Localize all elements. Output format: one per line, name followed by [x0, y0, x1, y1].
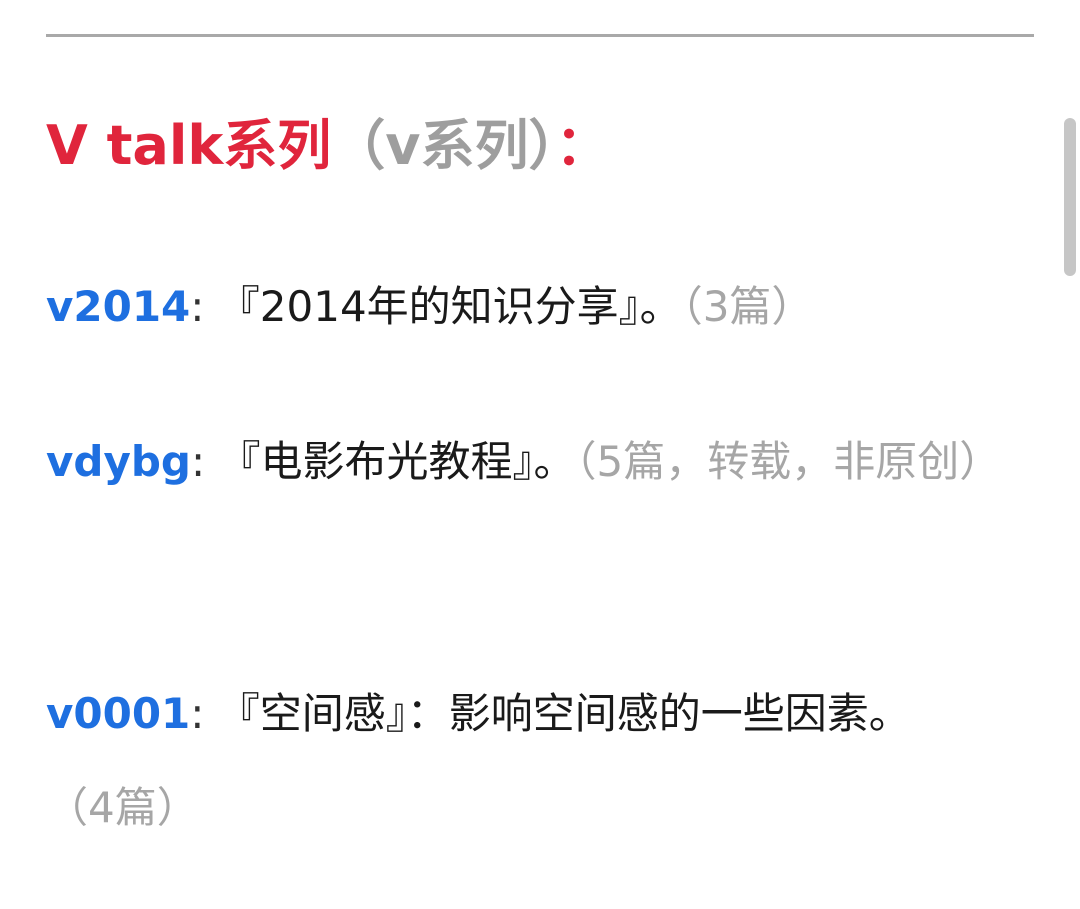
series-entry-v2014: v2014: 『2014年的知识分享』。（3篇） — [46, 260, 1036, 354]
entry-note: （4篇） — [46, 783, 199, 832]
top-divider — [46, 34, 1034, 37]
vertical-scrollbar[interactable] — [1064, 118, 1076, 276]
series-link-vdybg[interactable]: vdybg — [46, 437, 191, 486]
entry-note: （3篇） — [681, 282, 814, 331]
heading-subtitle: （v系列） — [331, 114, 556, 177]
entry-title: 『电影布光教程』。 — [218, 437, 576, 486]
section-heading: V talk系列（v系列）： — [46, 108, 609, 184]
series-entry-v0001: v0001: 『空间感』：影响空间感的一些因素。 （4篇） — [46, 667, 1036, 855]
entry-note: （5篇，转载，非原创） — [575, 437, 1002, 486]
series-entry-vdybg: vdybg: 『电影布光教程』。（5篇，转载，非原创） — [46, 415, 1036, 509]
entry-separator: : — [190, 689, 205, 738]
series-link-v2014[interactable]: v2014 — [46, 282, 190, 331]
entry-title: 『2014年的知识分享』。 — [217, 282, 682, 331]
entry-title: 『空间感』：影响空间感的一些因素。 — [217, 689, 911, 738]
heading-colon: ： — [555, 114, 610, 177]
entry-separator: : — [190, 437, 206, 486]
entry-separator: : — [190, 282, 205, 331]
heading-title: V talk系列 — [46, 114, 332, 177]
series-link-v0001[interactable]: v0001 — [46, 689, 190, 738]
